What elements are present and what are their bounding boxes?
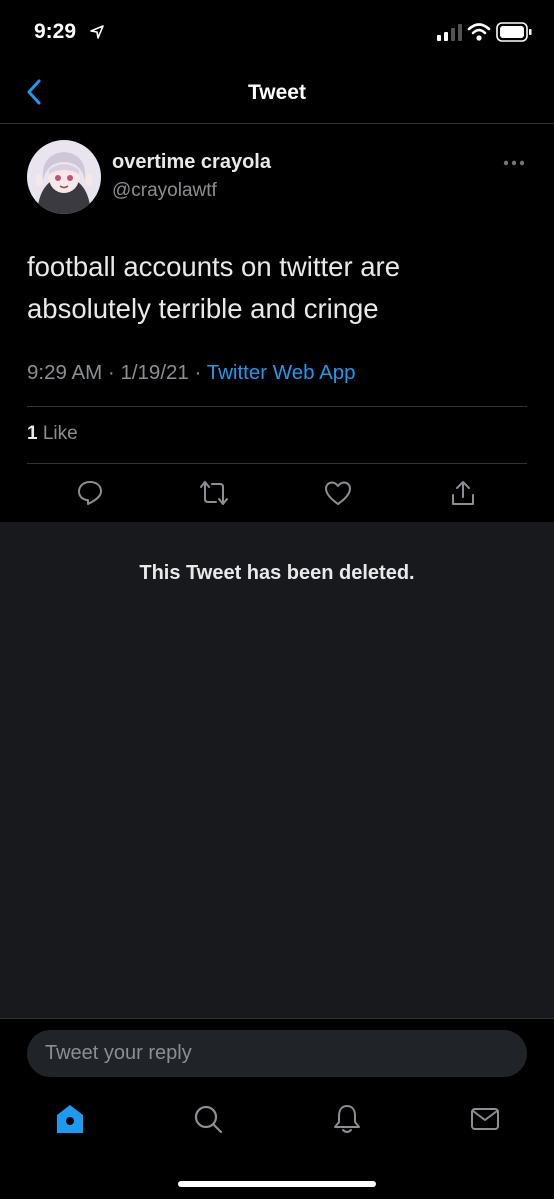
display-name[interactable]: overtime crayola [112, 151, 271, 174]
meta-separator: · [102, 361, 121, 384]
search-icon [193, 1104, 223, 1139]
notifications-icon [333, 1103, 361, 1140]
location-arrow-icon [90, 25, 104, 44]
reply-divider [0, 1018, 554, 1019]
tweet-source-link[interactable]: Twitter Web App [207, 361, 356, 384]
meta-divider [27, 406, 527, 407]
tab-home[interactable] [50, 1101, 90, 1141]
tab-messages[interactable] [465, 1101, 505, 1141]
likes-count: 1 [27, 423, 38, 444]
battery-icon [496, 22, 532, 47]
deleted-tweet-panel [0, 522, 554, 1018]
tweet-time: 9:29 AM [27, 361, 103, 384]
more-horizontal-icon[interactable] [502, 154, 526, 172]
deleted-message: This Tweet has been deleted. [139, 562, 415, 584]
messages-icon [470, 1107, 500, 1136]
tab-search[interactable] [188, 1101, 228, 1141]
tab-notifications[interactable] [327, 1101, 367, 1141]
likes-count-row[interactable]: 1 Like [27, 423, 78, 445]
user-handle[interactable]: @crayolawtf [112, 180, 217, 202]
tweet-date: 1/19/21 [120, 361, 189, 384]
avatar[interactable] [27, 140, 101, 214]
cellular-signal-icon [437, 24, 463, 46]
status-time: 9:29 [34, 20, 77, 43]
tweet-meta: 9:29 AM · 1/19/21 · Twitter Web App [27, 361, 356, 385]
likes-label: Like [37, 423, 78, 444]
reply-button[interactable] [73, 478, 107, 512]
home-icon [55, 1103, 85, 1140]
page-title: Tweet [248, 81, 306, 104]
share-icon [450, 479, 476, 512]
like-button[interactable] [321, 478, 355, 512]
reply-icon [76, 479, 104, 512]
wifi-icon [467, 22, 491, 47]
reply-input[interactable] [27, 1030, 527, 1077]
tweet-text: football accounts on twitter are absolut… [27, 251, 400, 324]
retweet-button[interactable] [197, 478, 231, 512]
retweet-icon [199, 480, 229, 511]
like-icon [324, 480, 352, 511]
header-divider [0, 123, 554, 124]
home-indicator [178, 1181, 376, 1187]
likes-divider [27, 463, 527, 464]
share-button[interactable] [446, 478, 480, 512]
meta-separator: · [188, 361, 207, 384]
